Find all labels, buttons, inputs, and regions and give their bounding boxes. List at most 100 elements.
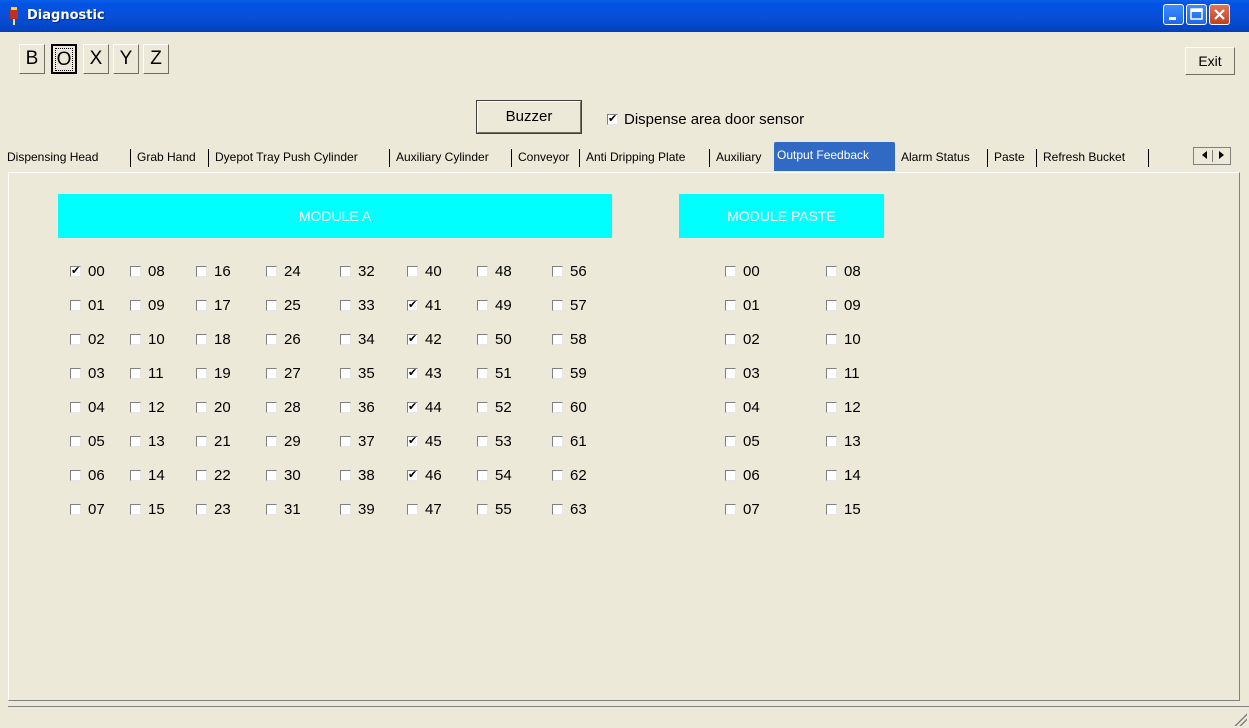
output-checkbox[interactable]: 31 — [266, 500, 301, 518]
toolbar-y-button[interactable]: Y — [113, 44, 139, 74]
output-checkbox[interactable]: 39 — [340, 500, 375, 518]
tab-dyepot-tray-push-cylinder[interactable]: Dyepot Tray Push Cylinder — [212, 145, 390, 171]
right-arrow-icon[interactable] — [1219, 151, 1224, 159]
output-checkbox[interactable]: 06 — [70, 466, 105, 484]
tab-refresh-bucket[interactable]: Refresh Bucket — [1040, 145, 1149, 171]
toolbar-b-button[interactable]: B — [19, 44, 45, 74]
output-checkbox[interactable]: 58 — [552, 330, 587, 348]
tab-conveyor[interactable]: Conveyor — [515, 145, 580, 171]
output-checkbox[interactable]: 10 — [826, 330, 861, 348]
output-checkbox[interactable]: 37 — [340, 432, 375, 450]
tab-output-feedback[interactable]: Output Feedback — [774, 142, 895, 171]
output-checkbox[interactable]: 62 — [552, 466, 587, 484]
output-checkbox[interactable]: 49 — [477, 296, 512, 314]
output-checkbox[interactable]: 04 — [70, 398, 105, 416]
output-checkbox[interactable]: 43 — [407, 364, 442, 382]
output-checkbox[interactable]: 09 — [130, 296, 165, 314]
output-checkbox[interactable]: 12 — [826, 398, 861, 416]
output-checkbox[interactable]: 16 — [196, 262, 231, 280]
output-checkbox[interactable]: 13 — [826, 432, 861, 450]
output-checkbox[interactable]: 30 — [266, 466, 301, 484]
output-checkbox[interactable]: 59 — [552, 364, 587, 382]
output-checkbox[interactable]: 15 — [130, 500, 165, 518]
left-arrow-icon[interactable] — [1202, 151, 1207, 159]
output-checkbox[interactable]: 40 — [407, 262, 442, 280]
output-checkbox[interactable]: 48 — [477, 262, 512, 280]
output-checkbox[interactable]: 15 — [826, 500, 861, 518]
output-checkbox[interactable]: 05 — [70, 432, 105, 450]
door-sensor-checkbox[interactable]: Dispense area door sensor — [607, 110, 804, 128]
output-checkbox[interactable]: 19 — [196, 364, 231, 382]
output-checkbox[interactable]: 27 — [266, 364, 301, 382]
output-checkbox[interactable]: 56 — [552, 262, 587, 280]
output-checkbox[interactable]: 11 — [826, 364, 860, 382]
resize-grip-icon[interactable] — [1233, 712, 1247, 726]
output-checkbox[interactable]: 00 — [70, 262, 105, 280]
output-checkbox[interactable]: 09 — [826, 296, 861, 314]
output-checkbox[interactable]: 47 — [407, 500, 442, 518]
buzzer-button[interactable]: Buzzer — [476, 100, 582, 134]
output-checkbox[interactable]: 52 — [477, 398, 512, 416]
output-checkbox[interactable]: 36 — [340, 398, 375, 416]
output-checkbox[interactable]: 04 — [725, 398, 760, 416]
output-checkbox[interactable]: 45 — [407, 432, 442, 450]
output-checkbox[interactable]: 34 — [340, 330, 375, 348]
output-checkbox[interactable]: 03 — [725, 364, 760, 382]
output-checkbox[interactable]: 07 — [70, 500, 105, 518]
output-checkbox[interactable]: 55 — [477, 500, 512, 518]
output-checkbox[interactable]: 14 — [826, 466, 861, 484]
output-checkbox[interactable]: 22 — [196, 466, 231, 484]
tab-auxiliary-cylinder[interactable]: Auxiliary Cylinder — [393, 145, 512, 171]
exit-button[interactable]: Exit — [1185, 47, 1235, 75]
maximize-button[interactable] — [1186, 4, 1207, 25]
output-checkbox[interactable]: 08 — [826, 262, 861, 280]
output-checkbox[interactable]: 60 — [552, 398, 587, 416]
tab-auxiliary[interactable]: Auxiliary — [713, 145, 773, 171]
output-checkbox[interactable]: 46 — [407, 466, 442, 484]
tab-paste[interactable]: Paste — [991, 145, 1037, 171]
output-checkbox[interactable]: 06 — [725, 466, 760, 484]
output-checkbox[interactable]: 38 — [340, 466, 375, 484]
output-checkbox[interactable]: 02 — [70, 330, 105, 348]
tab-grab-hand[interactable]: Grab Hand — [134, 145, 209, 171]
output-checkbox[interactable]: 07 — [725, 500, 760, 518]
output-checkbox[interactable]: 08 — [130, 262, 165, 280]
output-checkbox[interactable]: 05 — [725, 432, 760, 450]
output-checkbox[interactable]: 57 — [552, 296, 587, 314]
output-checkbox[interactable]: 18 — [196, 330, 231, 348]
output-checkbox[interactable]: 17 — [196, 296, 231, 314]
toolbar-o-button[interactable]: O — [51, 44, 77, 74]
output-checkbox[interactable]: 53 — [477, 432, 512, 450]
output-checkbox[interactable]: 44 — [407, 398, 442, 416]
toolbar-z-button[interactable]: Z — [143, 44, 169, 74]
output-checkbox[interactable]: 14 — [130, 466, 165, 484]
output-checkbox[interactable]: 01 — [725, 296, 760, 314]
output-checkbox[interactable]: 32 — [340, 262, 375, 280]
output-checkbox[interactable]: 35 — [340, 364, 375, 382]
output-checkbox[interactable]: 41 — [407, 296, 442, 314]
minimize-button[interactable] — [1163, 4, 1184, 25]
tab-anti-dripping-plate[interactable]: Anti Dripping Plate — [583, 145, 710, 171]
close-button[interactable] — [1209, 4, 1230, 25]
output-checkbox[interactable]: 51 — [477, 364, 512, 382]
output-checkbox[interactable]: 01 — [70, 296, 105, 314]
output-checkbox[interactable]: 54 — [477, 466, 512, 484]
output-checkbox[interactable]: 11 — [130, 364, 164, 382]
output-checkbox[interactable]: 29 — [266, 432, 301, 450]
output-checkbox[interactable]: 33 — [340, 296, 375, 314]
output-checkbox[interactable]: 13 — [130, 432, 165, 450]
toolbar-x-button[interactable]: X — [83, 44, 109, 74]
tab-alarm-status[interactable]: Alarm Status — [898, 145, 988, 171]
output-checkbox[interactable]: 25 — [266, 296, 301, 314]
output-checkbox[interactable]: 21 — [196, 432, 231, 450]
output-checkbox[interactable]: 42 — [407, 330, 442, 348]
output-checkbox[interactable]: 20 — [196, 398, 231, 416]
output-checkbox[interactable]: 61 — [552, 432, 587, 450]
output-checkbox[interactable]: 24 — [266, 262, 301, 280]
tab-dispensing-head[interactable]: Dispensing Head — [4, 145, 131, 171]
output-checkbox[interactable]: 12 — [130, 398, 165, 416]
output-checkbox[interactable]: 26 — [266, 330, 301, 348]
output-checkbox[interactable]: 28 — [266, 398, 301, 416]
output-checkbox[interactable]: 03 — [70, 364, 105, 382]
output-checkbox[interactable]: 63 — [552, 500, 587, 518]
